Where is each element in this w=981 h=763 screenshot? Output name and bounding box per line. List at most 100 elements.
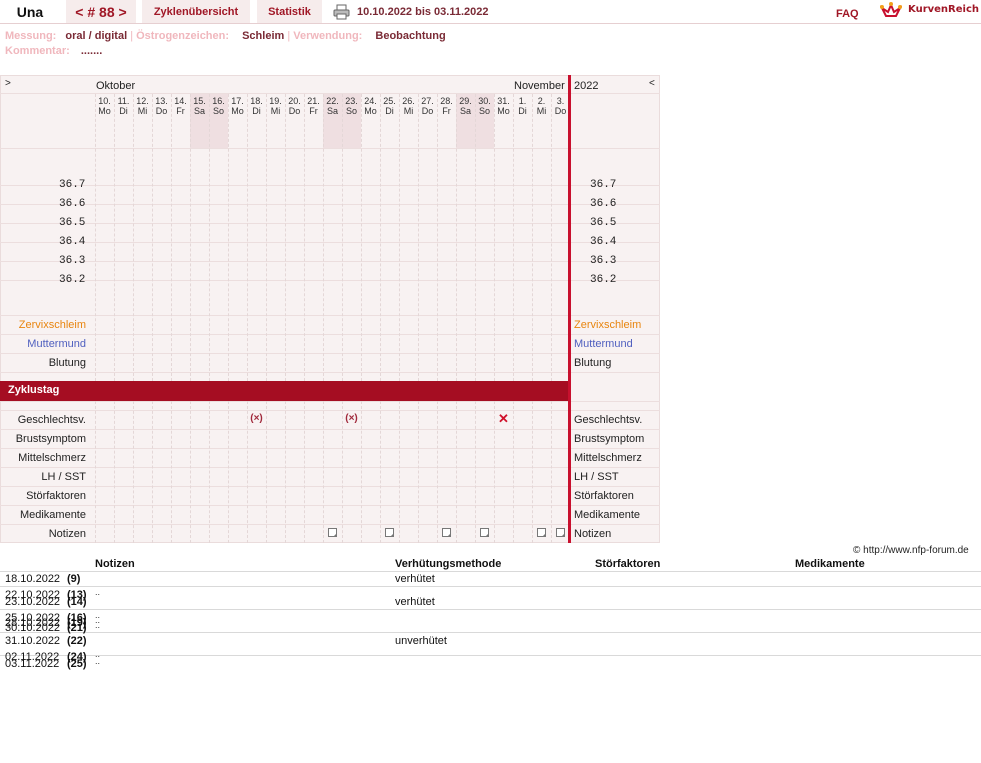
day-header: 31. Mo [494,96,513,116]
cycle-nav[interactable]: < # 88 > [66,0,136,24]
temp-label-right: 36.6 [590,198,617,210]
row-label: LH / SST [41,471,86,483]
day-header: 25. Di [380,96,399,116]
day-number: 15. [193,96,206,106]
grid-line [0,242,660,243]
weekday: Mi [536,106,547,116]
grid-column-line [342,94,343,381]
tab-statistics[interactable]: Statistik [257,0,322,24]
cycle-day-bar [0,381,570,401]
day-number: 14. [174,96,187,106]
row-label-right: Medikamente [574,509,641,521]
faq-link[interactable]: FAQ [836,8,859,20]
day-number: 31. [497,96,510,106]
brand-logo[interactable]: KurvenReich [908,4,979,15]
measure-value: oral / digital [65,30,128,42]
day-header: 23. So [342,96,361,116]
grid-line [0,505,660,506]
day-number: 17. [231,96,244,106]
estrogen-value: Schleim [242,30,285,42]
nav-next[interactable]: < [649,78,655,89]
copyright: © http://www.nfp-forum.de [853,545,969,556]
row-cycle-day: (25) [67,658,87,670]
tab-cycle-overview[interactable]: Zyklenübersicht [142,0,250,24]
row-label: Blutung [48,357,86,369]
day-number: 28. [440,96,453,106]
header-divider [0,23,981,24]
row-label: Medikamente [19,509,86,521]
day-number: 11. [117,96,130,106]
row-label-right: Muttermund [574,338,633,350]
printer-icon[interactable] [333,4,350,20]
day-header: 19. Mi [266,96,285,116]
grid-column-line [228,94,229,381]
row-label-right: Brustsymptom [574,433,645,445]
row-note: .. [95,620,101,630]
day-header: 18. Di [247,96,266,116]
day-number: 22. [326,96,339,106]
weekday: Do [155,106,168,116]
day-number: 18. [250,96,263,106]
weekday: Do [421,106,434,116]
row-method: verhütet [395,596,435,608]
grid-column-line [171,94,172,381]
user-name: Una [0,0,60,24]
grid-line [0,429,660,430]
grid-column-line [494,94,495,381]
day-number: 25. [383,96,396,106]
grid-column-line [285,94,286,381]
weekday: Mi [137,106,148,116]
row-date: 23.10.2022 [5,596,61,608]
crown-icon [879,2,903,20]
table-line [0,571,981,572]
note-icon [480,528,489,537]
grid-line [0,315,660,316]
temp-label-left: 36.5 [59,217,86,229]
grid-line [0,410,660,411]
meta-line-1: Messung: oral / digital | Östrogenzeiche… [5,30,446,42]
temp-label-left: 36.6 [59,198,86,210]
weekday: Mo [364,106,377,116]
day-header: 24. Mo [361,96,380,116]
day-number: 26. [402,96,415,106]
day-header: 17. Mo [228,96,247,116]
row-label-right: Blutung [574,357,612,369]
row-label: Muttermund [27,338,86,350]
day-header: 29. Sa [456,96,475,116]
cycle-day-label: Zyklustag [8,384,60,396]
row-cycle-day: (21) [67,622,87,634]
weekday: Di [385,106,394,116]
meta-line-2: Kommentar: ....... [5,45,102,57]
estrogen-label: Östrogenzeichen: [136,30,230,42]
row-date: 30.10.2022 [5,622,61,634]
grid-line [0,204,660,205]
grid-line [0,486,660,487]
grid-column-line [114,401,115,543]
day-header: 26. Mi [399,96,418,116]
day-header: 2. Mi [532,96,551,116]
nav-prev[interactable]: > [5,78,11,89]
row-label: Störfaktoren [26,490,86,502]
weekday: Do [288,106,301,116]
row-date: 18.10.2022 [5,573,61,585]
grid-column-line [551,401,552,543]
grid-column-line [323,94,324,381]
day-header: 30. So [475,96,494,116]
grid-column-line [171,401,172,543]
grid-line [0,280,660,281]
row-label: Mittelschmerz [18,452,86,464]
day-header: 1. Di [513,96,532,116]
grid-column-line [266,94,267,381]
grid-column-line [190,94,191,381]
day-number: 24. [364,96,377,106]
table-header: Medikamente [795,558,865,570]
grid-column-line [513,401,514,543]
row-label-right: Geschlechtsv. [574,414,643,426]
weekday: So [478,106,490,116]
table-header: Verhütungsmethode [395,558,502,570]
day-number: 21. [307,96,320,106]
grid-column-line [133,94,134,381]
grid-column-line [228,401,229,543]
grid-column-line [532,401,533,543]
grid-column-line [304,94,305,381]
